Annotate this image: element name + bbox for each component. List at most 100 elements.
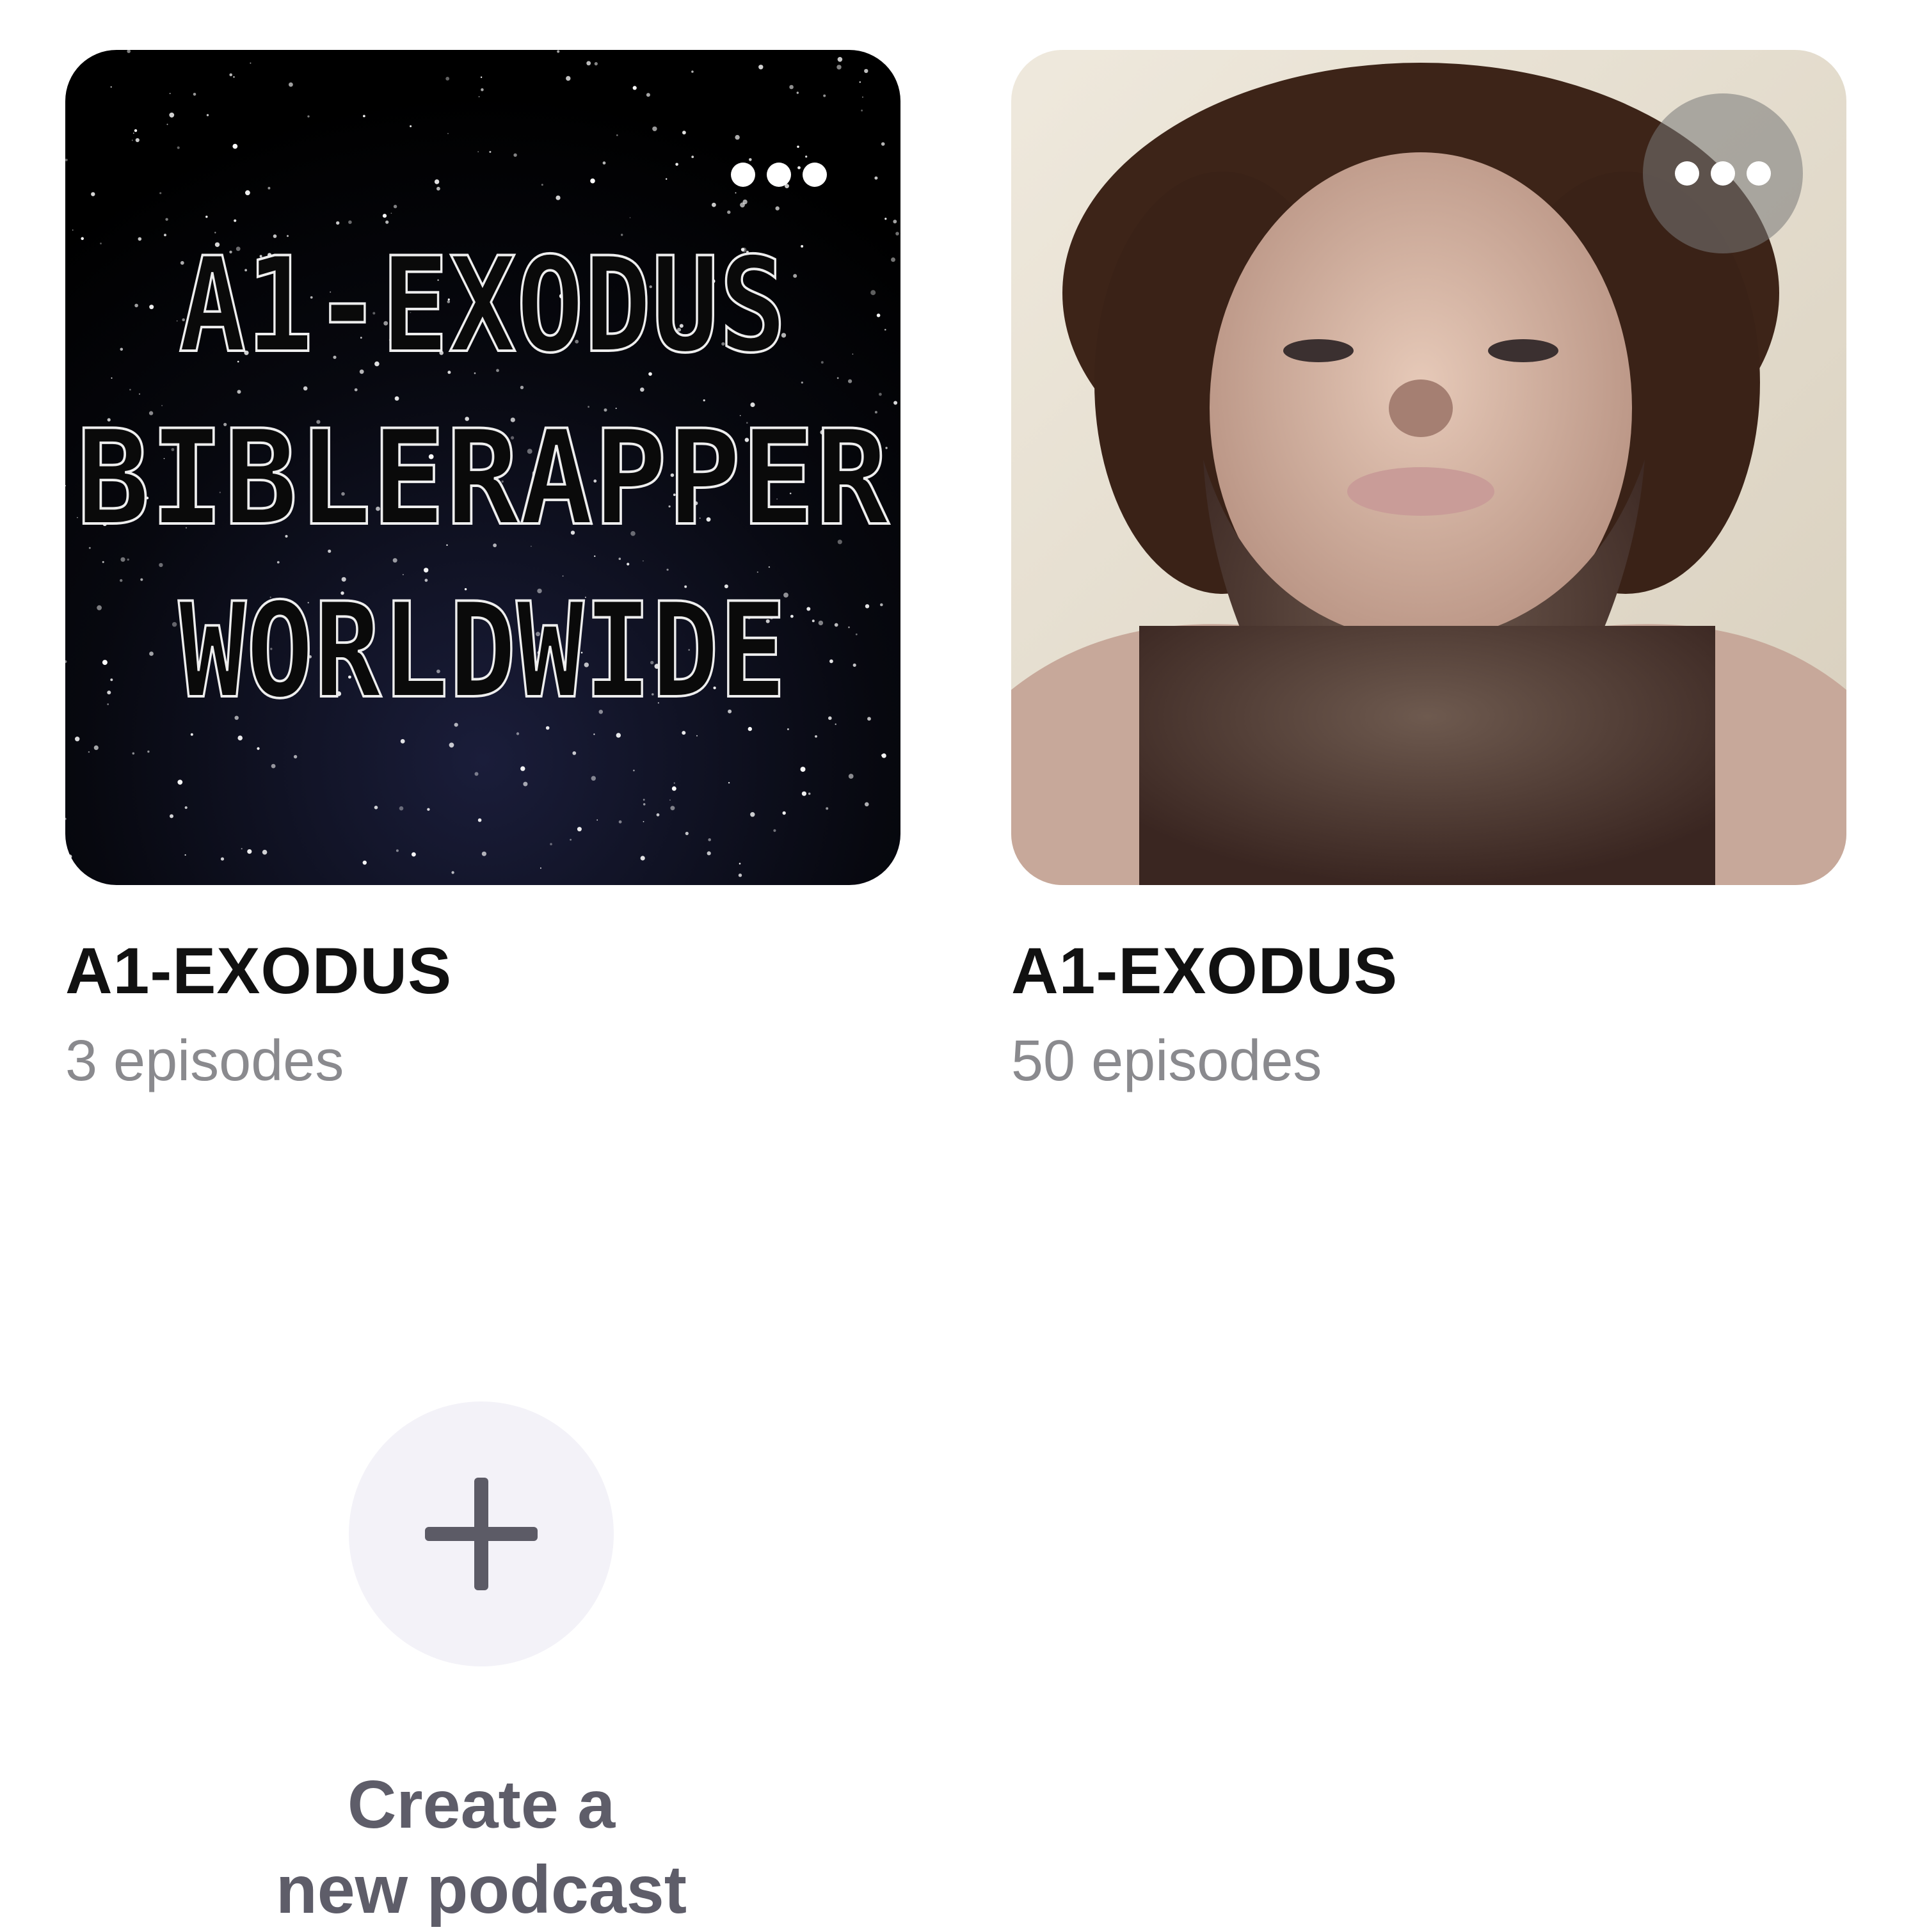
star-dot	[852, 354, 854, 355]
star-dot	[577, 827, 582, 831]
podcast-title: A1-EXODUS	[65, 935, 900, 1007]
artwork-line-1: A1-EXODUS	[179, 230, 787, 382]
star-dot	[170, 93, 171, 94]
ellipsis-icon	[1711, 161, 1735, 186]
star-dot	[836, 65, 841, 69]
star-dot	[670, 806, 675, 810]
star-dot	[806, 607, 810, 611]
star-dot	[657, 813, 660, 817]
star-dot	[449, 742, 454, 747]
star-dot	[172, 622, 177, 627]
star-dot	[489, 151, 491, 153]
star-dot	[884, 329, 886, 331]
star-dot	[750, 812, 755, 817]
star-dot	[237, 390, 241, 394]
star-dot	[672, 786, 676, 791]
star-dot	[250, 63, 251, 64]
star-dot	[643, 821, 644, 822]
star-dot	[170, 814, 173, 818]
podcast-artwork[interactable]	[1011, 50, 1846, 885]
artwork-line-3: WORLDWIDE	[179, 575, 787, 728]
star-dot	[667, 569, 669, 571]
star-dot	[169, 113, 174, 118]
star-dot	[853, 664, 856, 667]
ellipsis-icon	[803, 163, 827, 187]
star-dot	[802, 792, 806, 796]
more-options-button[interactable]	[699, 95, 859, 255]
star-dot	[640, 388, 644, 392]
star-dot	[140, 579, 143, 581]
episode-count: 50 episodes	[1011, 1030, 1846, 1093]
plus-icon	[474, 1478, 488, 1590]
star-dot	[268, 187, 270, 189]
star-dot	[566, 76, 570, 81]
star-dot	[149, 651, 154, 656]
star-dot	[136, 138, 140, 142]
star-dot	[520, 386, 524, 389]
star-dot	[394, 205, 397, 208]
star-dot	[652, 127, 657, 131]
star-dot	[451, 871, 454, 874]
star-dot	[643, 803, 646, 806]
star-dot	[801, 381, 803, 383]
star-dot	[277, 561, 280, 564]
star-dot	[102, 561, 104, 563]
star-dot	[374, 806, 378, 810]
star-dot	[646, 93, 650, 97]
star-dot	[643, 561, 644, 562]
podcast-artwork[interactable]: A1-EXODUS BIBLERAPPER WORLDWIDE	[65, 50, 900, 885]
star-dot	[879, 393, 882, 396]
star-dot	[893, 401, 897, 405]
star-dot	[75, 737, 79, 741]
ellipsis-icon	[1675, 161, 1699, 186]
star-dot	[591, 776, 596, 781]
star-dot	[132, 140, 133, 141]
star-dot	[685, 832, 689, 835]
star-dot	[593, 733, 595, 735]
ellipsis-icon	[767, 163, 791, 187]
star-dot	[696, 735, 698, 737]
create-podcast-label[interactable]: Create a new podcast	[225, 1762, 737, 1932]
star-dot	[336, 221, 339, 225]
star-dot	[865, 802, 869, 807]
more-options-button[interactable]	[1643, 93, 1803, 253]
star-dot	[590, 179, 595, 184]
star-dot	[477, 151, 479, 152]
star-dot	[616, 733, 621, 737]
star-dot	[541, 184, 543, 186]
star-dot	[348, 220, 352, 224]
podcast-card-1[interactable]: A1-EXODUS BIBLERAPPER WORLDWIDE A1-EXODU…	[65, 50, 900, 1093]
star-dot	[307, 115, 309, 117]
star-dot	[848, 627, 850, 628]
star-dot	[808, 793, 811, 795]
star-dot	[572, 751, 576, 755]
star-dot	[221, 858, 224, 861]
star-dot	[102, 660, 108, 665]
star-dot	[603, 161, 606, 164]
star-dot	[557, 50, 559, 52]
star-dot	[393, 558, 397, 563]
star-dot	[247, 849, 252, 854]
star-dot	[874, 177, 877, 180]
star-dot	[159, 192, 161, 194]
star-dot	[111, 378, 113, 379]
star-dot	[478, 818, 482, 822]
episode-count: 3 episodes	[65, 1030, 900, 1093]
star-dot	[111, 86, 112, 88]
star-dot	[523, 782, 527, 786]
create-podcast-button[interactable]	[349, 1401, 614, 1666]
star-dot	[812, 619, 815, 622]
star-dot	[789, 85, 794, 90]
star-dot	[177, 321, 178, 322]
star-dot	[821, 361, 824, 363]
star-dot	[445, 77, 449, 81]
podcast-card-2[interactable]: A1-EXODUS 50 episodes	[1011, 50, 1846, 1093]
star-dot	[630, 217, 631, 218]
star-dot	[881, 142, 885, 146]
create-podcast-tile[interactable]: Create a new podcast	[225, 1401, 737, 1932]
star-dot	[91, 192, 95, 196]
create-label-line-2: new podcast	[225, 1848, 737, 1932]
star-dot	[867, 717, 871, 721]
star-dot	[616, 134, 618, 136]
star-dot	[134, 129, 137, 132]
